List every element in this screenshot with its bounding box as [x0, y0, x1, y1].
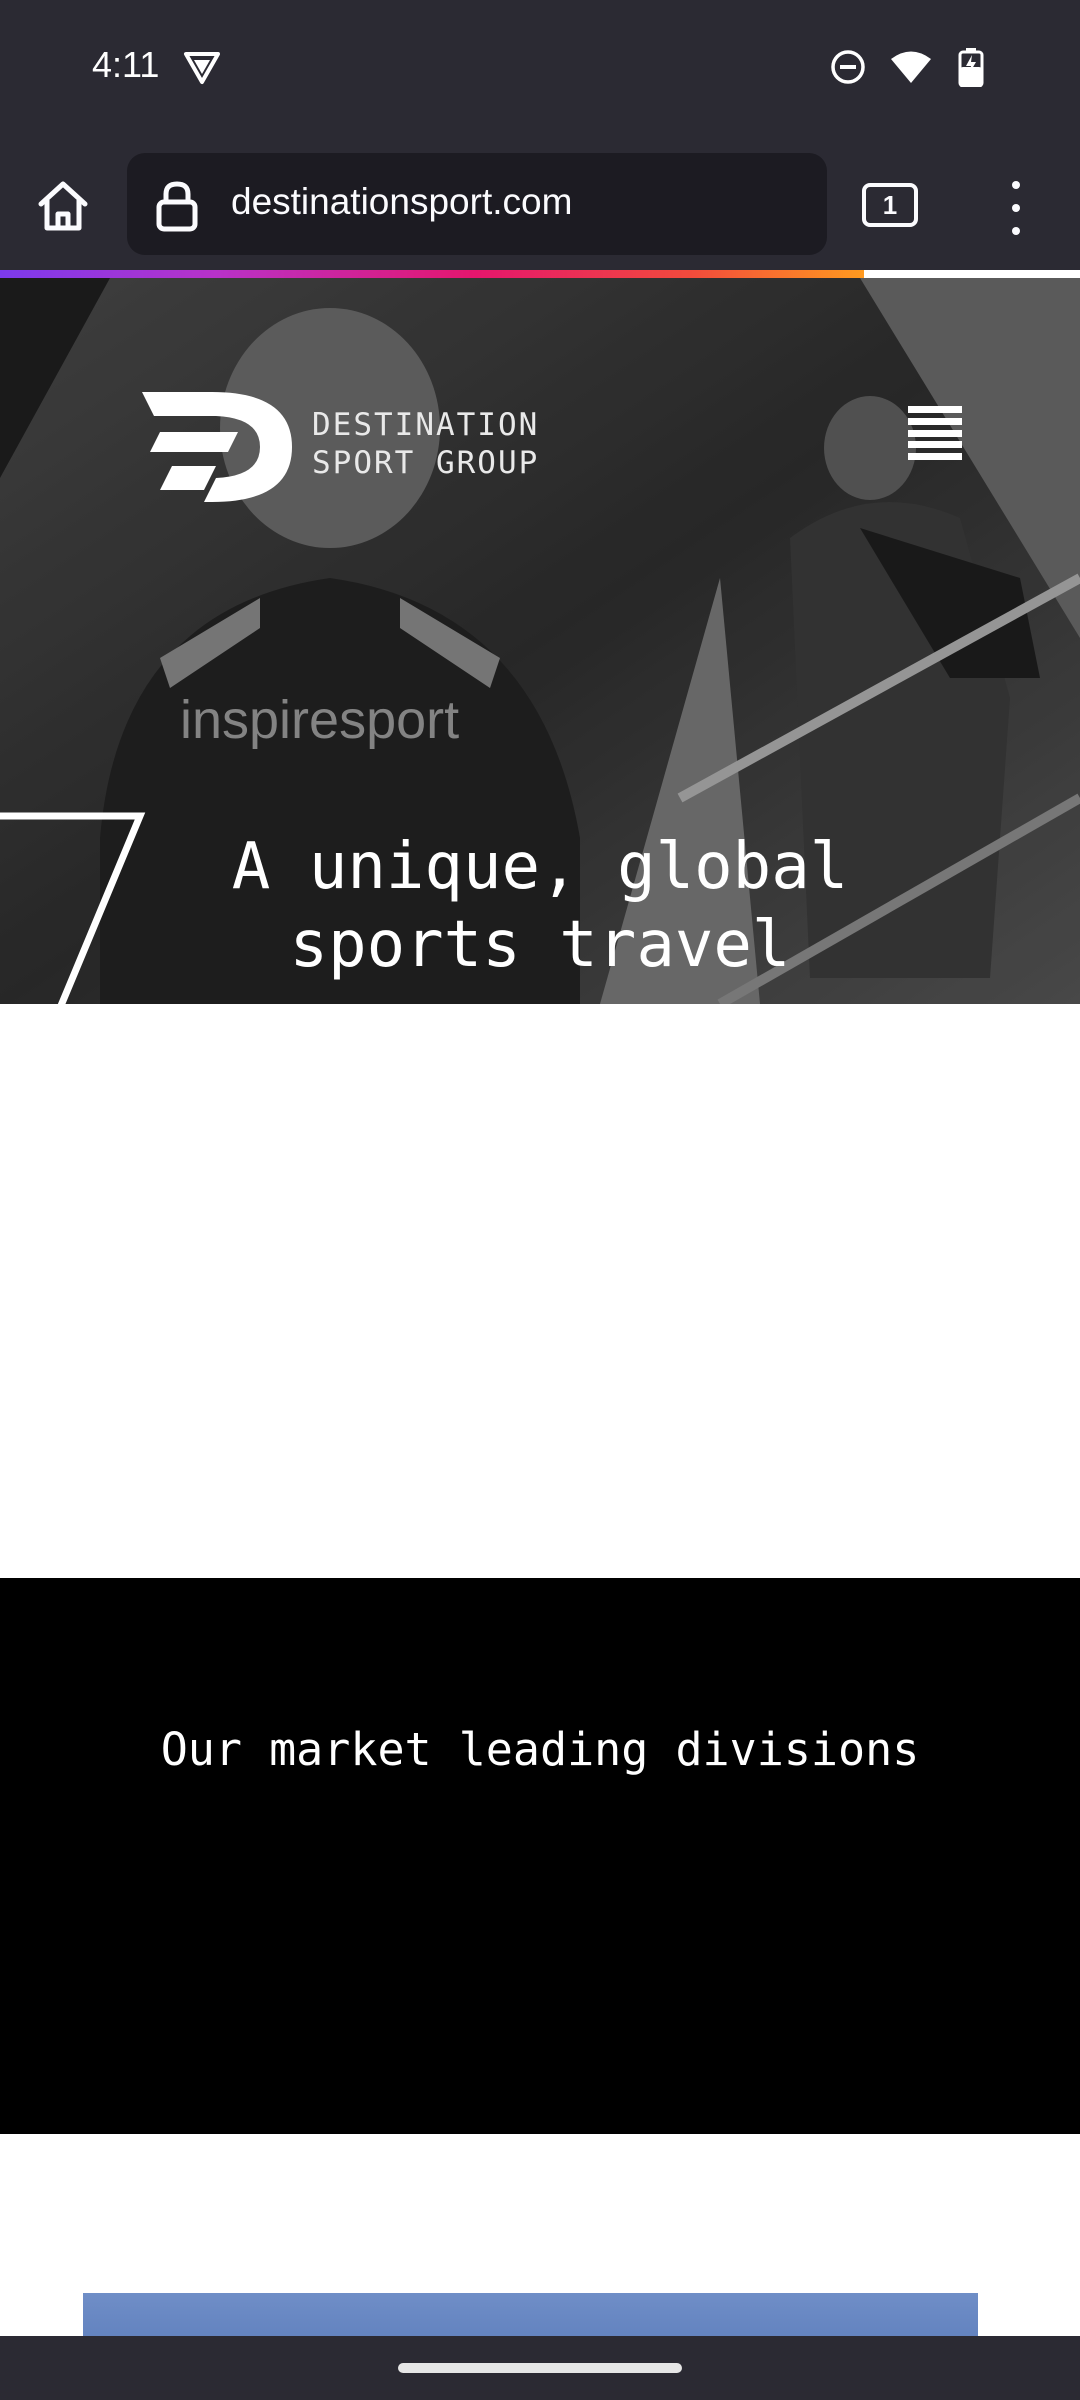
home-icon	[38, 181, 88, 231]
menu-bar-icon	[908, 406, 962, 413]
menu-dot-icon	[1012, 227, 1020, 235]
vpn-shield-icon	[184, 52, 220, 84]
menu-dot-icon	[1012, 181, 1020, 189]
menu-bar-icon	[908, 453, 962, 460]
home-button[interactable]	[30, 173, 96, 239]
browser-toolbar: destinationsport.com 1	[0, 135, 1080, 270]
gesture-navigation-bar	[0, 2336, 1080, 2400]
hamburger-menu-button[interactable]	[908, 406, 962, 460]
logo-wordmark: DESTINATION SPORT GROUP	[312, 406, 539, 482]
page-load-progress-bar	[0, 270, 864, 278]
menu-dot-icon	[1012, 204, 1020, 212]
lock-icon[interactable]	[155, 180, 199, 232]
hero-headline: A unique, global sports travel	[190, 828, 890, 984]
division-cards-area	[0, 2134, 1080, 2353]
status-time: 4:11	[92, 44, 160, 85]
gesture-handle[interactable]	[398, 2363, 682, 2373]
content-blank-area	[0, 1004, 1080, 1578]
do-not-disturb-icon	[831, 50, 865, 84]
divisions-section: Our market leading divisions	[0, 1578, 1080, 2134]
wifi-icon	[891, 51, 931, 83]
overflow-menu-button[interactable]	[995, 175, 1037, 241]
url-bar[interactable]: destinationsport.com	[127, 153, 827, 255]
hero-headline-line-1: A unique, global	[231, 830, 849, 904]
hero-section: inspiresport DESTINATION SPORT GROUP A u…	[0, 278, 1080, 1004]
menu-bar-icon	[908, 429, 962, 437]
decorative-outline-shape	[0, 812, 146, 1004]
logo-line-2: SPORT GROUP	[312, 445, 540, 481]
tabs-counter-button[interactable]: 1	[862, 183, 918, 227]
battery-charging-icon	[958, 48, 984, 87]
hero-headline-line-2: sports travel	[289, 908, 791, 982]
url-text[interactable]: destinationsport.com	[231, 181, 572, 223]
logo-line-1: DESTINATION	[312, 407, 540, 443]
divisions-heading: Our market leading divisions	[160, 1723, 920, 1776]
logo-mark-icon	[142, 392, 292, 502]
destination-sport-group-logo[interactable]: DESTINATION SPORT GROUP	[142, 392, 562, 502]
status-bar: 4:11	[0, 0, 1080, 135]
menu-bar-icon	[908, 417, 962, 425]
menu-bar-icon	[908, 441, 962, 449]
